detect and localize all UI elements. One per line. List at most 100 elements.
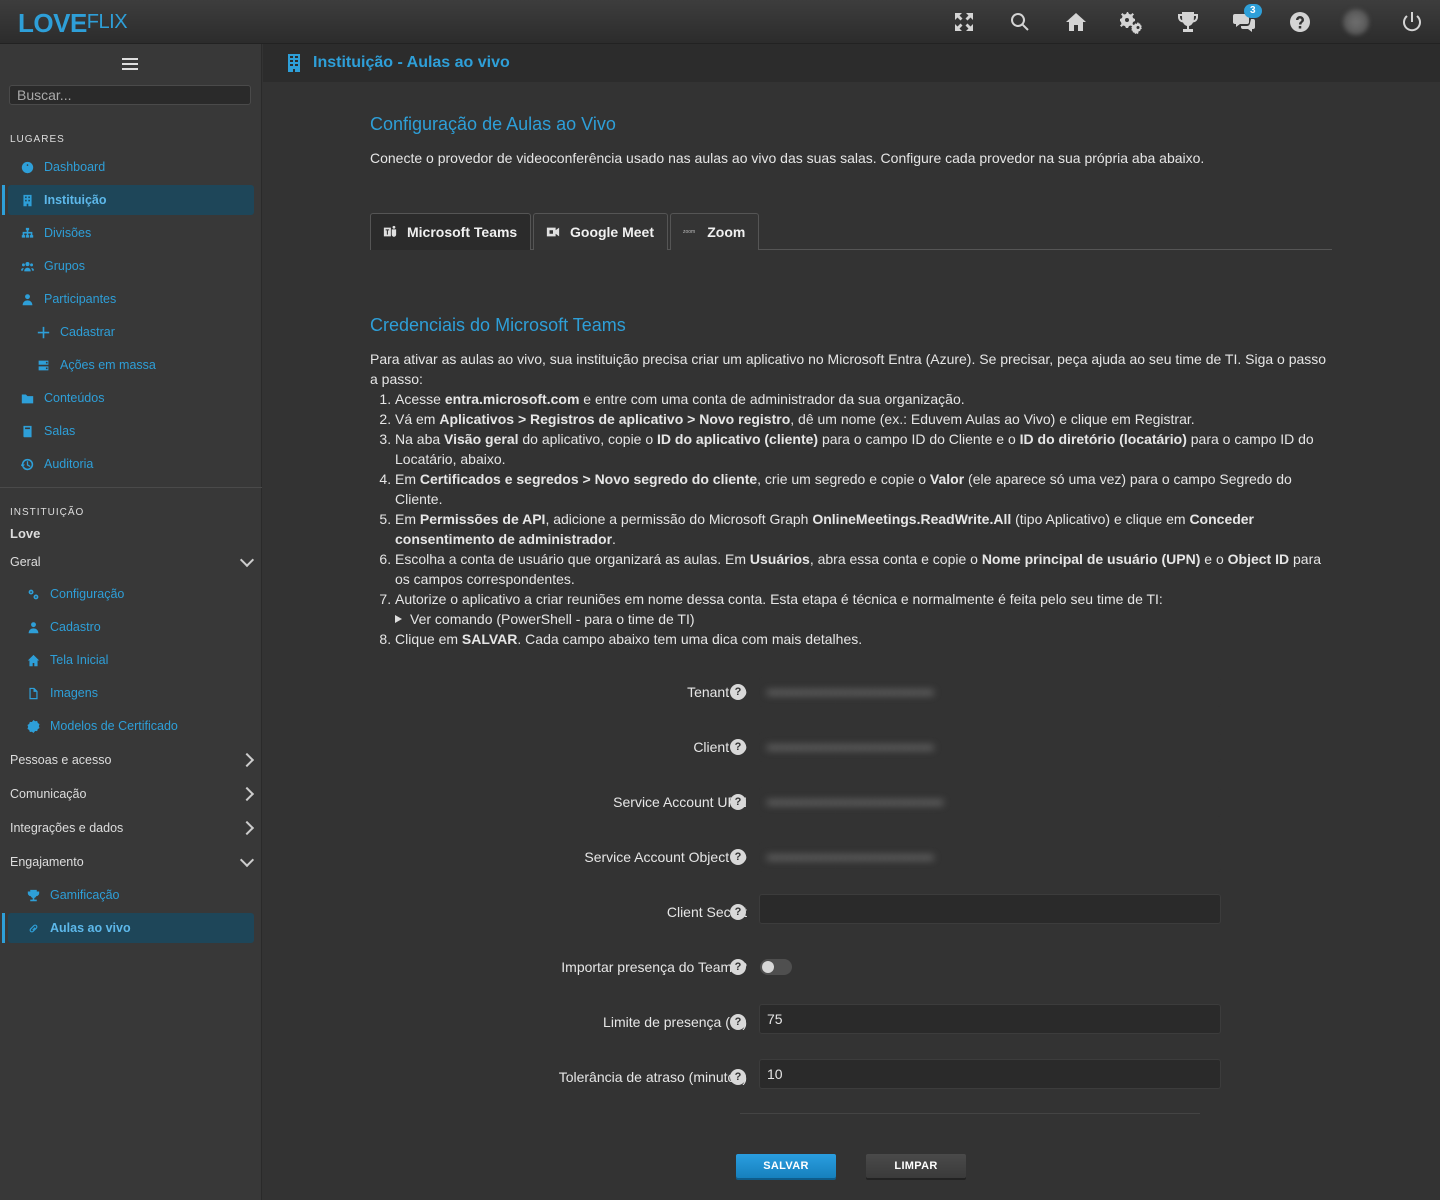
client-id-row: Client ID ? ••••••••••••••••••••••••••••…: [263, 732, 1440, 762]
caret-right-icon: [395, 615, 402, 623]
home-icon: [26, 653, 40, 667]
sidebar-item-imagens[interactable]: Imagens: [0, 678, 238, 708]
trophy-icon[interactable]: [1160, 0, 1216, 44]
loveflix-logo[interactable]: LOVEFLIX: [18, 8, 128, 39]
service-account-upn-row: Service Account UPN ? ••••••••••••••••••…: [263, 787, 1440, 817]
service-account-object-id-input[interactable]: ••••••••••••••••••••••••••••••••••: [759, 842, 1221, 872]
group-engajamento[interactable]: Engajamento: [10, 850, 256, 874]
sidebar: LUGARES Dashboard Instituição Divisões G…: [0, 44, 262, 1200]
notification-badge: 3: [1244, 4, 1262, 18]
powershell-details-toggle[interactable]: Ver comando (PowerShell - para o time de…: [395, 609, 1332, 629]
plus-icon: [36, 325, 50, 339]
menu-toggle-icon[interactable]: [122, 58, 138, 72]
user-icon: [20, 292, 34, 306]
sidebar-item-tela-inicial[interactable]: Tela Inicial: [0, 645, 238, 675]
service-account-object-id-label: Service Account Object ID: [584, 849, 747, 865]
client-secret-input[interactable]: [759, 894, 1221, 924]
trophy-icon: [26, 888, 40, 902]
sidebar-item-salas[interactable]: Salas: [8, 416, 254, 446]
sidebar-item-auditoria[interactable]: Auditoria: [8, 449, 254, 479]
sidebar-item-cadastrar[interactable]: Cadastrar: [8, 317, 254, 347]
institution-name: Love: [10, 526, 41, 541]
service-account-upn-input[interactable]: ••••••••••••••••••••••••••••••••••••: [759, 787, 1221, 817]
dashboard-icon: [20, 160, 34, 174]
section-label-institution: INSTITUIÇÃO: [10, 507, 85, 518]
step-8: Clique em SALVAR. Cada campo abaixo tem …: [395, 629, 1332, 649]
sidebar-item-configuracao[interactable]: Configuração: [0, 579, 238, 609]
chevron-right-icon: [239, 752, 255, 768]
chevron-right-icon: [239, 786, 255, 802]
step-7: Autorize o aplicativo a criar reuniões e…: [395, 589, 1332, 629]
zoom-logo-icon: zoom: [683, 229, 696, 235]
help-icon[interactable]: ?: [730, 1014, 746, 1030]
power-icon[interactable]: [1384, 0, 1440, 44]
help-icon[interactable]: ?: [730, 794, 746, 810]
section-label-places: LUGARES: [10, 134, 65, 145]
chevron-right-icon: [239, 820, 255, 836]
history-icon: [20, 457, 34, 471]
attendance-limit-input[interactable]: 75: [759, 1004, 1221, 1034]
sidebar-item-grupos[interactable]: Grupos: [8, 251, 254, 281]
search-icon[interactable]: [992, 0, 1048, 44]
gears-icon: [26, 587, 40, 601]
help-icon[interactable]: ?: [730, 1069, 746, 1085]
avatar[interactable]: [1328, 0, 1384, 44]
group-integracoes-dados[interactable]: Integrações e dados: [10, 816, 256, 840]
provider-tabs: Microsoft Teams Google Meet zoom Zoom: [370, 213, 1332, 250]
late-tolerance-input[interactable]: 10: [759, 1059, 1221, 1089]
tab-zoom[interactable]: zoom Zoom: [670, 213, 759, 250]
help-icon[interactable]: ?: [730, 904, 746, 920]
import-attendance-label: Importar presença do Teams?: [561, 959, 747, 975]
top-bar: LOVEFLIX 3: [0, 0, 1440, 44]
tab-google-meet[interactable]: Google Meet: [533, 213, 668, 250]
sidebar-item-participantes[interactable]: Participantes: [8, 284, 254, 314]
tenant-id-input[interactable]: ••••••••••••••••••••••••••••••••••: [759, 677, 1221, 707]
client-id-input[interactable]: ••••••••••••••••••••••••••••••••••: [759, 732, 1221, 762]
sidebar-item-conteudos[interactable]: Conteúdos: [8, 383, 254, 413]
help-icon[interactable]: ?: [730, 849, 746, 865]
tab-microsoft-teams[interactable]: Microsoft Teams: [370, 213, 531, 250]
step-2: Vá em Aplicativos > Registros de aplicat…: [395, 409, 1332, 429]
group-pessoas-acesso[interactable]: Pessoas e acesso: [10, 748, 256, 772]
file-icon: [26, 686, 40, 700]
gears-icon[interactable]: [1104, 0, 1160, 44]
chat-icon[interactable]: 3: [1216, 0, 1272, 44]
sidebar-item-gamificacao[interactable]: Gamificação: [0, 880, 238, 910]
sidebar-item-aulas-ao-vivo[interactable]: Aulas ao vivo: [2, 913, 254, 943]
late-tolerance-label: Tolerância de atraso (minutos): [558, 1069, 747, 1085]
certificate-icon: [26, 719, 40, 733]
home-icon[interactable]: [1048, 0, 1104, 44]
page-header: Instituição - Aulas ao vivo: [263, 44, 1440, 82]
sidebar-item-instituicao[interactable]: Instituição: [2, 185, 254, 215]
help-icon[interactable]: ?: [730, 684, 746, 700]
step-5: Em Permissões de API, adicione a permiss…: [395, 509, 1332, 549]
credentials-title: Credenciais do Microsoft Teams: [370, 315, 626, 335]
sidebar-item-divisoes[interactable]: Divisões: [8, 218, 254, 248]
help-icon[interactable]: ?: [730, 739, 746, 755]
help-icon[interactable]: [1272, 0, 1328, 44]
save-button[interactable]: SALVAR: [736, 1154, 836, 1178]
group-comunicacao[interactable]: Comunicação: [10, 782, 256, 806]
attendance-limit-row: Limite de presença (%) ? 75: [263, 1004, 1440, 1034]
step-1: Acesse entra.microsoft.com e entre com u…: [395, 389, 1332, 409]
step-3: Na aba Visão geral do aplicativo, copie …: [395, 429, 1332, 469]
sidebar-item-cadastro[interactable]: Cadastro: [0, 612, 238, 642]
sidebar-item-modelos-certificado[interactable]: Modelos de Certificado: [0, 711, 238, 741]
sidebar-search-input[interactable]: [9, 85, 251, 105]
expand-icon[interactable]: [936, 0, 992, 44]
step-6: Escolha a conta de usuário que organizar…: [395, 549, 1332, 589]
help-icon[interactable]: ?: [730, 959, 746, 975]
import-attendance-toggle[interactable]: [760, 959, 792, 975]
config-title: Configuração de Aulas ao Vivo: [370, 114, 616, 134]
sidebar-item-acoes-em-massa[interactable]: Ações em massa: [8, 350, 254, 380]
building-icon: [287, 54, 301, 72]
client-secret-row: Client Secret ?: [263, 894, 1440, 924]
late-tolerance-row: Tolerância de atraso (minutos) ? 10: [263, 1059, 1440, 1089]
server-icon: [36, 358, 50, 372]
group-geral[interactable]: Geral: [10, 550, 256, 574]
clear-button[interactable]: LIMPAR: [866, 1154, 966, 1178]
chevron-down-icon: [239, 852, 255, 868]
user-icon: [26, 620, 40, 634]
sidebar-item-dashboard[interactable]: Dashboard: [8, 152, 254, 182]
setup-steps: Acesse entra.microsoft.com e entre com u…: [370, 389, 1332, 649]
